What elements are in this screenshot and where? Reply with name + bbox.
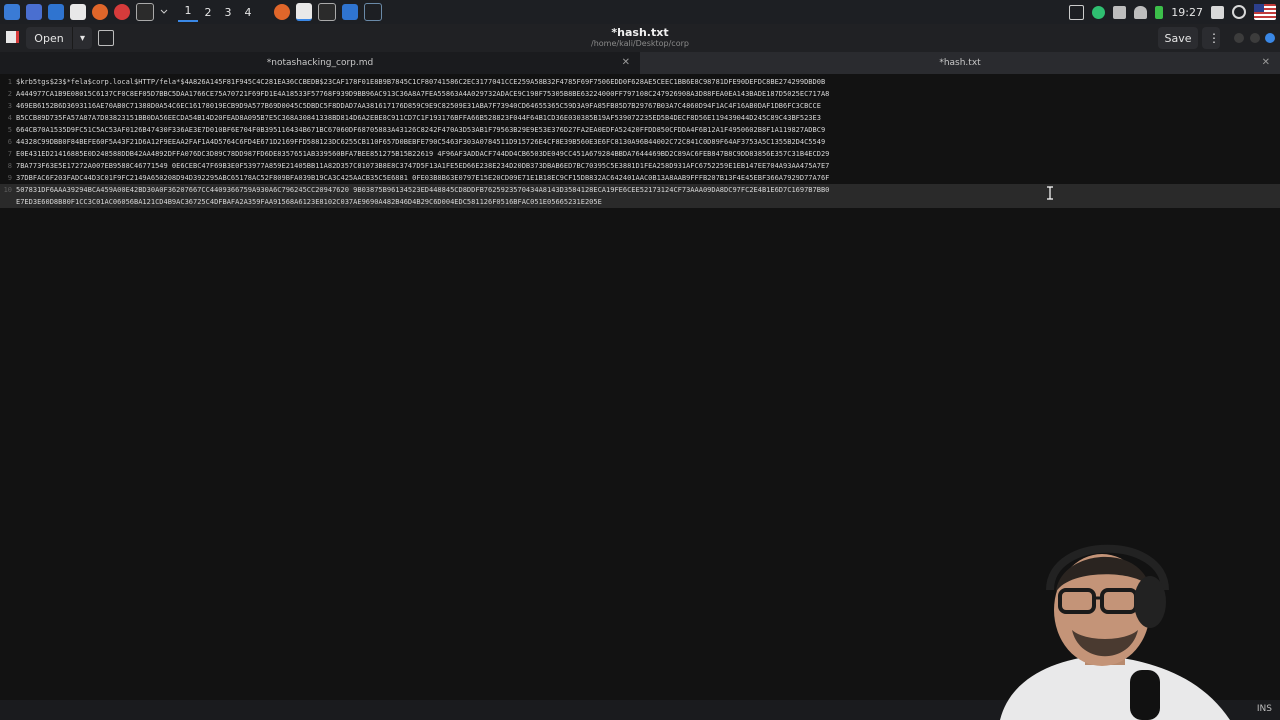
tab-bar: *notashacking_corp.md ✕ *hash.txt ✕: [0, 52, 1280, 74]
save-button[interactable]: Save: [1158, 27, 1198, 49]
title-block: *hash.txt /home/kali/Desktop/corp: [540, 26, 740, 49]
minimize-icon[interactable]: [1234, 33, 1244, 43]
line-text[interactable]: $krb5tgs$23$*fela$corp.local$HTTP/fela*$…: [16, 76, 825, 88]
editor-line-current[interactable]: 10 507831DF6AAA39294BCA459A00E42BD30A0F3…: [0, 184, 1280, 196]
open-dropdown-button[interactable]: ▾: [72, 27, 92, 49]
maximize-icon[interactable]: [1250, 33, 1260, 43]
burp-icon[interactable]: [114, 4, 130, 20]
kali-menu-icon[interactable]: [4, 4, 20, 20]
line-number: 4: [7, 114, 12, 122]
chevron-down-icon: ▾: [79, 32, 86, 44]
editor-line[interactable]: 4 B5CCB89D735FA57A87A7D83823151BB0DA56EE…: [0, 112, 1280, 124]
editor-line[interactable]: 9 37DBFAC6F203FADC44D3C01F9FC2149A650208…: [0, 172, 1280, 184]
workspace-3[interactable]: 3: [218, 6, 238, 19]
line-number: 7: [7, 150, 12, 158]
bloodhound-window-icon[interactable]: [364, 3, 382, 21]
firefox-icon[interactable]: [92, 4, 108, 20]
line-text[interactable]: 7BA773F63E5E17272A007EB9588C46771549 0E6…: [16, 160, 829, 172]
app-icon: [6, 31, 19, 43]
show-desktop-icon[interactable]: [26, 4, 42, 20]
document-path: /home/kali/Desktop/corp: [591, 39, 689, 48]
battery-icon[interactable]: [1155, 5, 1164, 19]
document-title: *hash.txt: [611, 26, 669, 39]
close-icon[interactable]: ✕: [1262, 52, 1270, 74]
line-number: 6: [7, 138, 12, 146]
line-number: 2: [7, 90, 12, 98]
tab-label: *hash.txt: [939, 58, 981, 68]
system-panel: 1 2 3 4 19:27: [0, 0, 1280, 24]
line-text[interactable]: 44328C99DBB0F84BEFE60F5A43F21D6A12F9EEAA…: [16, 136, 825, 148]
line-number: 1: [7, 78, 12, 86]
line-text[interactable]: 507831DF6AAA39294BCA459A00E42BD30A0F3620…: [16, 184, 829, 196]
chevron-down-icon[interactable]: [160, 4, 168, 20]
line-text[interactable]: B5CCB89D735FA57A87A7D83823151BB0DA56EECD…: [16, 112, 821, 124]
editor-header: Open ▾ *hash.txt /home/kali/Desktop/corp…: [0, 24, 1280, 52]
folder-window-icon[interactable]: [342, 4, 358, 20]
close-icon[interactable]: ✕: [622, 52, 630, 74]
line-number: 3: [7, 102, 12, 110]
clock[interactable]: 19:27: [1171, 6, 1203, 19]
power-icon[interactable]: [1232, 5, 1246, 19]
line-text[interactable]: 664CB70A1535D9FC51C5AC53AF0126B47430F336…: [16, 124, 825, 136]
line-number: 10: [3, 186, 12, 194]
tab-label: *notashacking_corp.md: [266, 58, 374, 68]
editor-line[interactable]: 1 $krb5tgs$23$*fela$corp.local$HTTP/fela…: [0, 76, 1280, 88]
line-text[interactable]: 37DBFAC6F203FADC44D3C01F9FC2149A650208D9…: [16, 172, 829, 184]
workspace-4[interactable]: 4: [238, 6, 258, 19]
monitor-icon[interactable]: [1069, 4, 1085, 20]
terminal-window-icon[interactable]: [318, 3, 336, 21]
editor-line[interactable]: 8 7BA773F63E5E17272A007EB9588C46771549 0…: [0, 160, 1280, 172]
volume-icon[interactable]: [1113, 5, 1127, 19]
app-status-icon[interactable]: [1092, 5, 1106, 19]
terminal-icon[interactable]: [136, 3, 154, 21]
line-text[interactable]: 469EB6152B6D3693116AE70AB0C71388D0A54C6E…: [16, 100, 821, 112]
editor-window-icon[interactable]: [296, 3, 312, 21]
line-number: 5: [7, 126, 12, 134]
line-number: 9: [7, 174, 12, 182]
line-number: 8: [7, 162, 12, 170]
editor-line-wrapped[interactable]: E7ED3E60D8B80F1CC3C01AC06056BA121CD4B9AC…: [0, 196, 1280, 208]
kebab-menu-icon: ⋮: [1208, 31, 1220, 45]
text-cursor-icon: [1047, 186, 1053, 200]
editor-line[interactable]: 5 664CB70A1535D9FC51C5AC53AF0126B47430F3…: [0, 124, 1280, 136]
editor-line[interactable]: 6 44328C99DBB0F84BEFE60F5A43F21D6A12F9EE…: [0, 136, 1280, 148]
editor-line[interactable]: 7 E0E431ED21416885E0D248588DDB42AA4892DF…: [0, 148, 1280, 160]
tab-notashacking-corp[interactable]: *notashacking_corp.md ✕: [0, 52, 640, 74]
notifications-icon[interactable]: [1134, 5, 1148, 19]
webcam-overlay-image: [1000, 544, 1230, 720]
hamburger-menu-button[interactable]: ⋮: [1202, 27, 1220, 49]
open-button[interactable]: Open: [26, 27, 72, 49]
close-window-icon[interactable]: [1265, 33, 1275, 43]
editor-line[interactable]: 2 A444977CA1B9E08015C6137CF0C8EF05D7BBC5…: [0, 88, 1280, 100]
file-manager-icon[interactable]: [48, 4, 64, 20]
insert-mode-indicator[interactable]: INS: [1257, 704, 1272, 714]
line-text[interactable]: A444977CA1B9E08015C6137CF0C8EF05D7BBC5DA…: [16, 88, 829, 100]
line-text[interactable]: E7ED3E60D8B80F1CC3C01AC06056BA121CD4B9AC…: [16, 196, 602, 208]
text-editor-icon[interactable]: [70, 4, 86, 20]
lock-icon[interactable]: [1211, 5, 1224, 19]
new-document-icon[interactable]: [98, 30, 114, 46]
line-text[interactable]: E0E431ED21416885E0D248588DDB42AA4892DFFA…: [16, 148, 829, 160]
editor-line[interactable]: 3 469EB6152B6D3693116AE70AB0C71388D0A54C…: [0, 100, 1280, 112]
firefox-window-icon[interactable]: [274, 4, 290, 20]
tab-hash-txt[interactable]: *hash.txt ✕: [640, 52, 1280, 74]
workspace-2[interactable]: 2: [198, 6, 218, 19]
language-flag-icon[interactable]: [1254, 4, 1276, 20]
workspace-1[interactable]: 1: [178, 2, 198, 22]
